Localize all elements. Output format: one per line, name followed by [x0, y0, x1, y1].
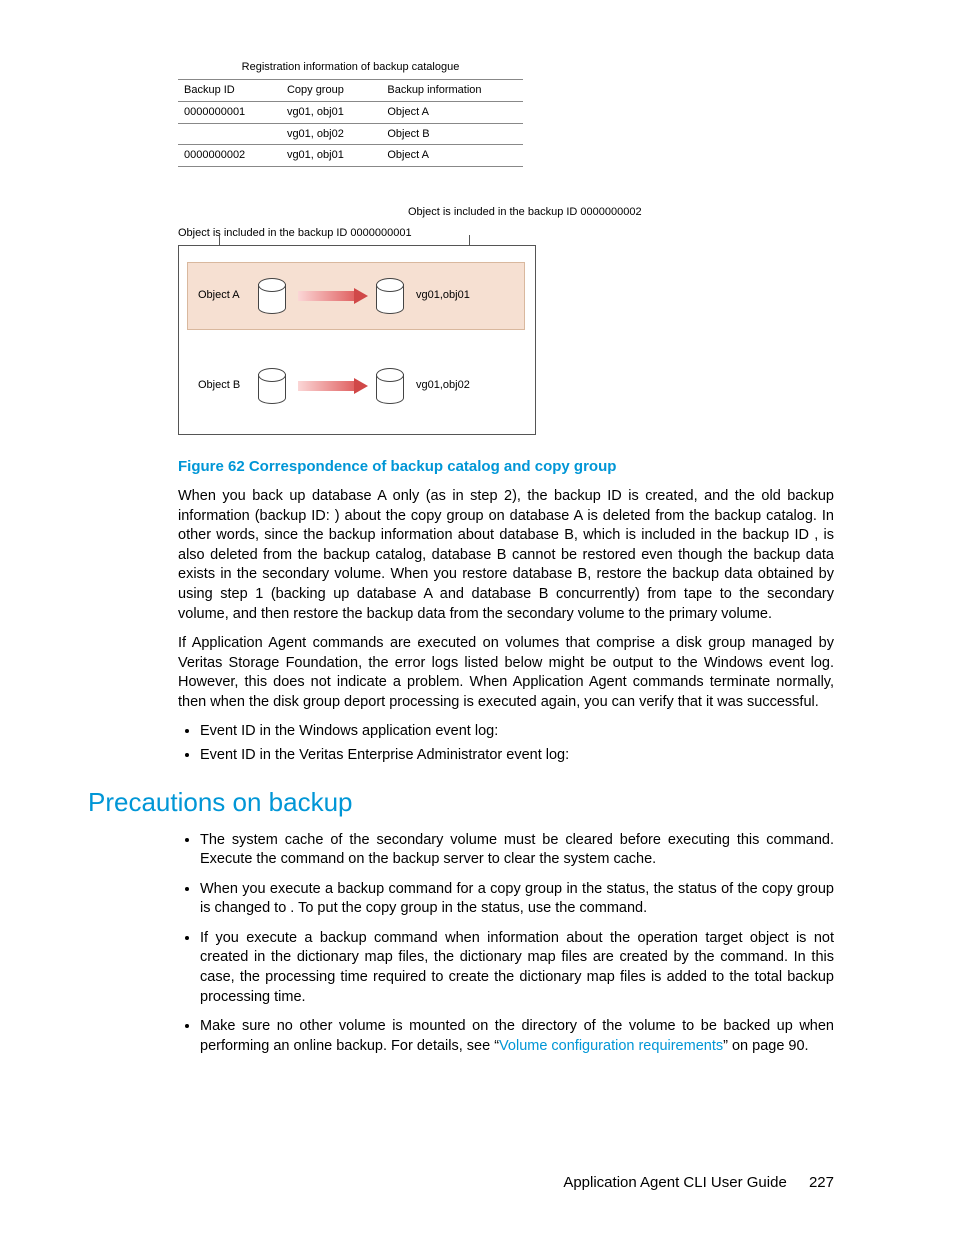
arrow-icon: [298, 288, 368, 304]
vg-label: vg01,obj02: [416, 378, 470, 393]
object-label: Object B: [198, 378, 258, 393]
catalog-table-block: Registration information of backup catal…: [178, 60, 523, 167]
table-row: 0000000001 vg01, obj01 Object A: [178, 101, 523, 123]
tick-icon: [219, 235, 220, 245]
section-heading: Precautions on backup: [88, 785, 834, 820]
table-title: Registration information of backup catal…: [178, 60, 523, 75]
figure-caption: Figure 62 Correspondence of backup catal…: [178, 457, 834, 477]
th-backup-info: Backup information: [359, 79, 523, 101]
diagram: Object A vg01,obj01 Object B vg01,obj02: [178, 245, 536, 435]
diagram-label-1: Object is included in the backup ID 0000…: [178, 226, 834, 241]
cylinder-icon: [376, 278, 404, 314]
footer-title: Application Agent CLI User Guide: [563, 1174, 786, 1191]
list-item: Make sure no other volume is mounted on …: [200, 1017, 834, 1056]
th-backup-id: Backup ID: [178, 79, 271, 101]
list-item: Event ID in the Windows application even…: [200, 722, 834, 742]
diagram-labels: Object is included in the backup ID 0000…: [178, 205, 834, 241]
event-list: Event ID in the Windows application even…: [178, 722, 834, 765]
cylinder-icon: [376, 368, 404, 404]
page-number: 227: [809, 1174, 834, 1191]
precautions-list: The system cache of the secondary volume…: [178, 831, 834, 1057]
diagram-row-a: Object A vg01,obj01: [187, 262, 525, 330]
tick-icon: [469, 235, 470, 245]
vg-label: vg01,obj01: [416, 288, 470, 303]
object-label: Object A: [198, 288, 258, 303]
paragraph: When you back up database A only (as in …: [178, 487, 834, 624]
diagram-label-2: Object is included in the backup ID 0000…: [408, 205, 834, 220]
th-copy-group: Copy group: [271, 79, 359, 101]
cylinder-icon: [258, 278, 286, 314]
page-footer: Application Agent CLI User Guide 227: [563, 1173, 834, 1193]
table-row: vg01, obj02 Object B: [178, 123, 523, 145]
list-item: If you execute a backup command when inf…: [200, 929, 834, 1007]
diagram-row-b: Object B vg01,obj02: [187, 352, 525, 420]
arrow-icon: [298, 378, 368, 394]
catalog-table: Backup ID Copy group Backup information …: [178, 79, 523, 167]
cylinder-icon: [258, 368, 286, 404]
list-item: When you execute a backup command for a …: [200, 880, 834, 919]
paragraph: If Application Agent commands are execut…: [178, 634, 834, 712]
list-item: The system cache of the secondary volume…: [200, 831, 834, 870]
list-item: Event ID in the Veritas Enterprise Admin…: [200, 746, 834, 766]
table-row: 0000000002 vg01, obj01 Object A: [178, 145, 523, 167]
link-volume-config[interactable]: Volume configuration requirements: [499, 1038, 723, 1054]
